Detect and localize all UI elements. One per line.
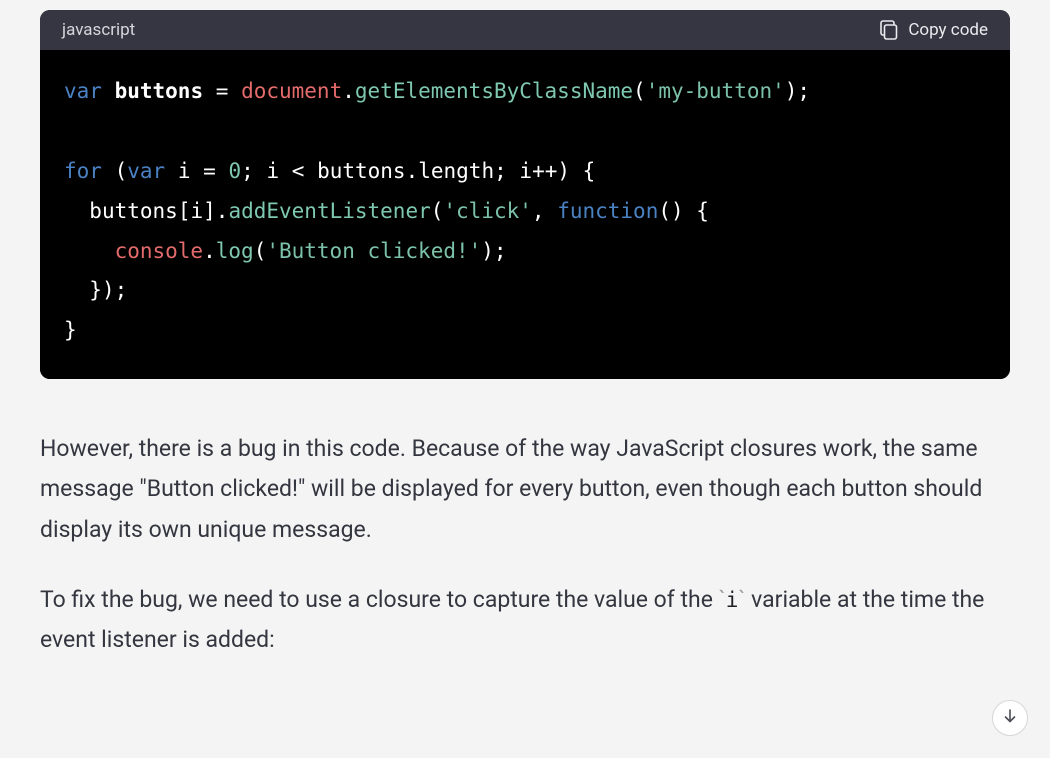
code-language-label: javascript (62, 20, 135, 40)
paragraph-1: However, there is a bug in this code. Be… (40, 429, 1010, 550)
paragraph-2: To fix the bug, we need to use a closure… (40, 580, 1010, 661)
code-block: javascript Copy code var buttons = docum… (40, 10, 1010, 379)
copy-code-button[interactable]: Copy code (880, 20, 988, 40)
code-header: javascript Copy code (40, 10, 1010, 50)
inline-code-i: i (726, 588, 739, 612)
copy-code-label: Copy code (908, 20, 988, 40)
explanation-text: However, there is a bug in this code. Be… (40, 429, 1010, 660)
article-body: javascript Copy code var buttons = docum… (0, 0, 1050, 660)
code-content: var buttons = document.getElementsByClas… (40, 50, 1010, 379)
scroll-down-button[interactable] (992, 700, 1028, 736)
arrow-down-icon (1002, 708, 1018, 728)
code-text: var buttons = document.getElementsByClas… (64, 72, 986, 351)
clipboard-icon (880, 20, 898, 40)
